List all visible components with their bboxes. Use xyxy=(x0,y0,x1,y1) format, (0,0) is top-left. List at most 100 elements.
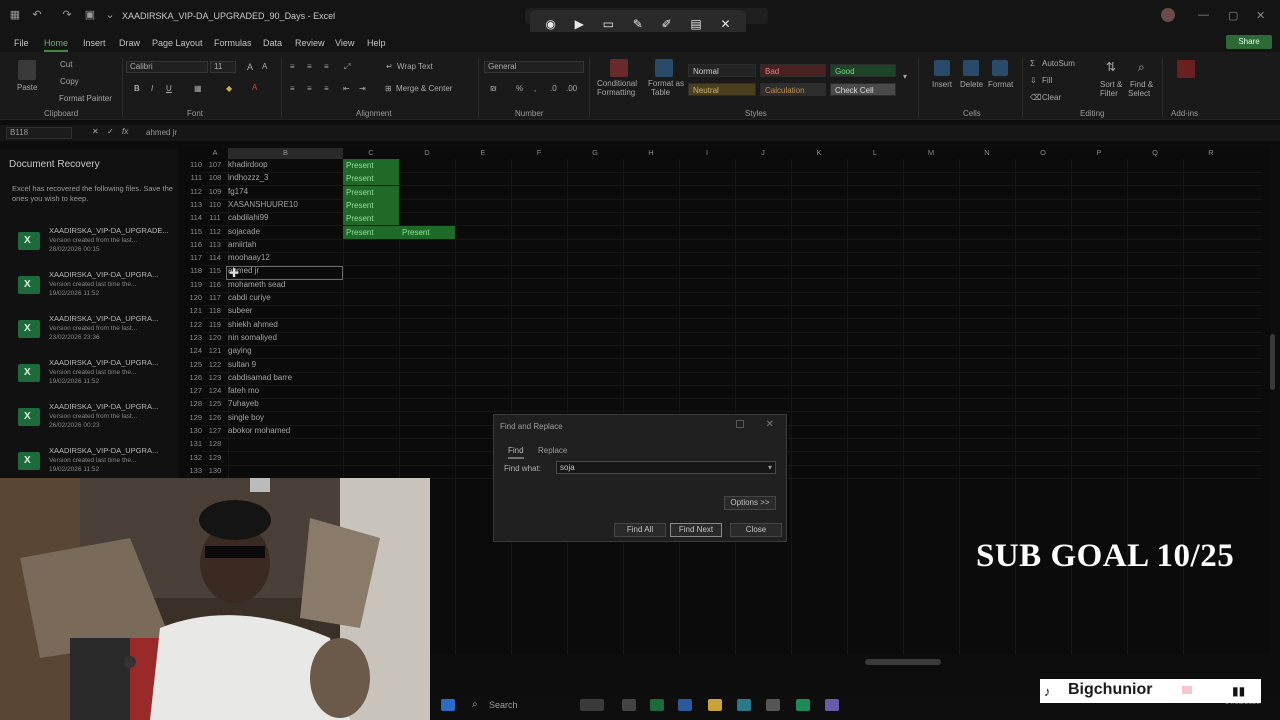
enter-formula-icon[interactable]: ✓ xyxy=(107,127,114,136)
tab-formulas[interactable]: Formulas xyxy=(214,38,252,48)
bold-icon[interactable]: B xyxy=(134,84,140,93)
tab-review[interactable]: Review xyxy=(295,38,325,48)
formula-input[interactable]: ahmed jr xyxy=(146,128,177,137)
maximize-icon[interactable]: ▢ xyxy=(1228,9,1238,22)
column-header[interactable]: C xyxy=(343,148,399,159)
align-center-icon[interactable]: ≡ xyxy=(307,84,312,93)
cell-a[interactable]: 130 xyxy=(204,466,226,475)
find-all-button[interactable]: Find All xyxy=(614,523,666,537)
format-as-table-label-2[interactable]: Table xyxy=(651,88,670,97)
align-bottom-icon[interactable]: ≡ xyxy=(324,62,329,71)
row-header[interactable]: 125 xyxy=(180,360,202,369)
row-header[interactable]: 127 xyxy=(180,386,202,395)
undo-icon[interactable]: ↶ xyxy=(31,9,43,21)
cell-c-present[interactable]: Present xyxy=(343,185,399,199)
recovery-item[interactable]: XAADIRSKA_VIP-DA_UPGRA... Version created… xyxy=(18,358,178,398)
cell-b[interactable]: cabdisamad barre xyxy=(228,373,292,382)
column-header[interactable]: O xyxy=(1015,148,1071,159)
column-header[interactable]: G xyxy=(567,148,623,159)
recovery-item[interactable]: XAADIRSKA_VIP-DA_UPGRA... Version created… xyxy=(18,402,178,442)
column-header[interactable]: A xyxy=(204,148,226,159)
font-name-select[interactable]: Calibri xyxy=(126,61,208,73)
cell-a[interactable]: 111 xyxy=(204,213,226,222)
highlighter-icon[interactable]: ✐ xyxy=(662,17,672,31)
tab-view[interactable]: View xyxy=(335,38,354,48)
row-header[interactable]: 117 xyxy=(180,253,202,262)
comma-icon[interactable]: , xyxy=(534,84,536,93)
row-header[interactable]: 111 xyxy=(180,173,202,182)
insert-cells-button[interactable]: Insert xyxy=(932,80,952,89)
styles-more-icon[interactable]: ▾ xyxy=(903,72,907,81)
align-left-icon[interactable]: ≡ xyxy=(290,84,295,93)
row-header[interactable]: 131 xyxy=(180,439,202,448)
cell-b[interactable]: subeer xyxy=(228,306,252,315)
cell-b[interactable]: shiekh ahmed xyxy=(228,320,278,329)
row-header[interactable]: 121 xyxy=(180,306,202,315)
name-box[interactable]: B118 xyxy=(6,127,72,139)
paste-button[interactable]: Paste xyxy=(17,83,37,92)
cell-a[interactable]: 109 xyxy=(204,187,226,196)
column-header[interactable]: I xyxy=(679,148,735,159)
rectangle-select-icon[interactable]: ▭ xyxy=(603,17,614,31)
sort-filter-label-1[interactable]: Sort & xyxy=(1100,80,1122,89)
cell-b[interactable]: sultan 9 xyxy=(228,360,256,369)
autosum-button[interactable]: AutoSum xyxy=(1042,59,1075,68)
row-header[interactable]: 113 xyxy=(180,200,202,209)
tab-draw[interactable]: Draw xyxy=(119,38,140,48)
format-cells-button[interactable]: Format xyxy=(988,80,1013,89)
cell-c-present[interactable]: Present xyxy=(343,225,399,239)
cell-a[interactable]: 119 xyxy=(204,320,226,329)
cell-b[interactable]: 7uhayeb xyxy=(228,399,259,408)
text-scan-icon[interactable]: ▤ xyxy=(690,17,701,31)
cell-b[interactable]: single boy xyxy=(228,413,264,422)
cell-a[interactable]: 115 xyxy=(204,266,226,275)
style-good[interactable]: Good xyxy=(830,64,896,77)
cell-c-present[interactable]: Present xyxy=(343,172,399,186)
settings-gear-icon[interactable] xyxy=(766,699,780,711)
conditional-formatting-icon[interactable] xyxy=(610,59,628,77)
close-button[interactable]: Close xyxy=(730,523,782,537)
vscode-icon[interactable] xyxy=(678,699,692,711)
cell-a[interactable]: 107 xyxy=(204,160,226,169)
style-calculation[interactable]: Calculation xyxy=(760,83,826,96)
cut-button[interactable]: Cut xyxy=(60,60,72,69)
task-view-icon[interactable] xyxy=(622,699,636,711)
cell-a[interactable]: 108 xyxy=(204,173,226,182)
format-cells-icon[interactable] xyxy=(992,60,1008,76)
row-header[interactable]: 129 xyxy=(180,413,202,422)
increase-decimal-icon[interactable]: .0 xyxy=(550,84,557,93)
column-header[interactable]: R xyxy=(1183,148,1239,159)
cell-a[interactable]: 122 xyxy=(204,360,226,369)
taskbar-search[interactable]: Search xyxy=(470,697,570,713)
column-header[interactable]: P xyxy=(1071,148,1127,159)
row-header[interactable]: 128 xyxy=(180,399,202,408)
camera-icon[interactable]: ◉ xyxy=(545,17,555,31)
increase-font-icon[interactable]: A xyxy=(247,62,253,72)
cell-c-present[interactable]: Present xyxy=(343,198,399,212)
add-ins-icon[interactable] xyxy=(1177,60,1195,78)
merge-center-button[interactable]: Merge & Center xyxy=(396,84,452,93)
tab-help[interactable]: Help xyxy=(367,38,386,48)
fill-color-icon[interactable]: ◆ xyxy=(226,84,232,93)
cell-a[interactable]: 123 xyxy=(204,373,226,382)
cell-c-present[interactable]: Present xyxy=(343,212,399,226)
video-icon[interactable]: ▶ xyxy=(575,17,584,31)
cell-a[interactable]: 126 xyxy=(204,413,226,422)
underline-icon[interactable]: U xyxy=(166,84,172,93)
number-format-select[interactable]: General xyxy=(484,61,584,73)
edge-icon[interactable] xyxy=(737,699,751,711)
row-header[interactable]: 120 xyxy=(180,293,202,302)
conditional-formatting-label-1[interactable]: Conditional xyxy=(597,79,637,88)
column-header[interactable]: B xyxy=(228,148,343,159)
column-header[interactable]: N xyxy=(959,148,1015,159)
recovery-item[interactable]: XAADIRSKA_VIP-DA_UPGRA... Version created… xyxy=(18,314,178,354)
cell-a[interactable]: 127 xyxy=(204,426,226,435)
cell-d-present[interactable]: Present xyxy=(399,225,455,239)
format-painter-button[interactable]: Format Painter xyxy=(59,94,112,103)
cell-b[interactable]: mohameth sead xyxy=(228,280,285,289)
column-header[interactable]: J xyxy=(735,148,791,159)
recovery-item[interactable]: XAADIRSKA_VIP-DA_UPGRADE... Version creat… xyxy=(18,226,178,266)
accounting-icon[interactable]: ₪ xyxy=(490,84,497,93)
cell-a[interactable]: 114 xyxy=(204,253,226,262)
cell-b[interactable]: indhozzz_3 xyxy=(228,173,268,182)
